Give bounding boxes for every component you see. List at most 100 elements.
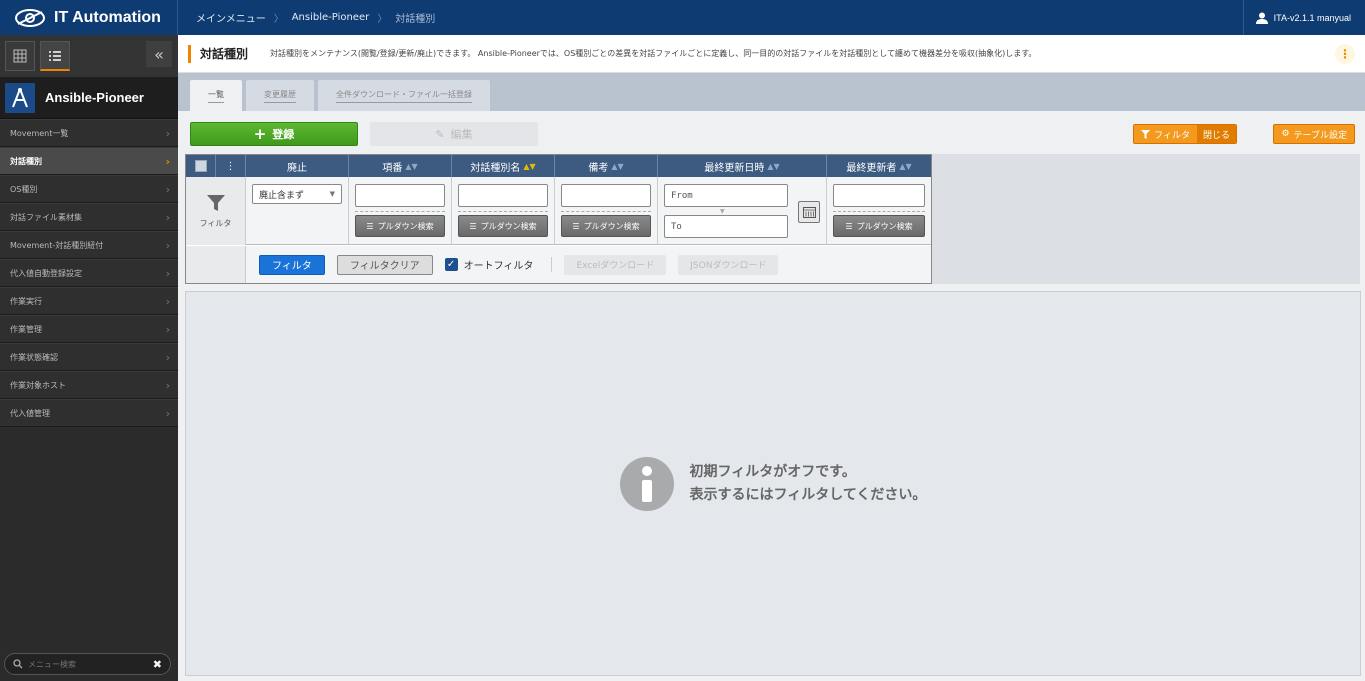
- chevron-right-icon: ›: [165, 182, 170, 196]
- grid-view-button[interactable]: [5, 41, 35, 71]
- kebab-icon: ⋮: [1339, 46, 1351, 61]
- eye-logo-icon: [15, 8, 45, 27]
- register-button[interactable]: + 登録: [190, 122, 358, 146]
- filter-cell-id: ☰ プルダウン検索: [349, 177, 452, 245]
- table-setting-button[interactable]: ⚙ テーブル設定: [1273, 124, 1355, 144]
- remarks-filter-input[interactable]: [561, 184, 651, 207]
- chevron-right-icon: ›: [165, 154, 170, 168]
- last-updater-filter-input[interactable]: [833, 184, 925, 207]
- breadcrumb-ansible-pioneer[interactable]: Ansible-Pioneer: [292, 12, 370, 23]
- sidebar-item-execution[interactable]: 作業実行 ›: [0, 287, 178, 315]
- row-menu-header[interactable]: ⋮: [216, 155, 246, 177]
- list-icon: [49, 50, 61, 61]
- column-header-last-updater[interactable]: 最終更新者 ▲▼: [827, 155, 931, 177]
- sidebar-item-interaction-files[interactable]: 対話ファイル素材集 ›: [0, 203, 178, 231]
- sidebar-item-movement-interaction-link[interactable]: Movement-対話種別紐付 ›: [0, 231, 178, 259]
- divider: [458, 211, 548, 212]
- tab-bulk-download[interactable]: 全件ダウンロード・ファイル一括登録: [318, 80, 490, 111]
- empty-state-line1: 初期フィルタがオフです。: [689, 463, 856, 480]
- sidebar-item-target-hosts[interactable]: 作業対象ホスト ›: [0, 371, 178, 399]
- sidebar-item-substitution-values[interactable]: 代入値管理 ›: [0, 399, 178, 427]
- user-menu[interactable]: ITA-v2.1.1 manyual: [1242, 0, 1365, 35]
- list-icon: ☰: [366, 221, 374, 231]
- sidebar-menu: Movement一覧 › 対話種別 › OS種別 › 対話ファイル素材集 › Movem…: [0, 119, 178, 427]
- filter-toggle-label[interactable]: フィルタ: [1134, 125, 1197, 143]
- column-header-last-updated[interactable]: 最終更新日時 ▲▼: [658, 155, 827, 177]
- remarks-pulldown-search-button[interactable]: ☰ プルダウン検索: [561, 215, 651, 237]
- sort-icon: ▲▼: [767, 161, 780, 171]
- column-header-label: 備考: [588, 162, 609, 174]
- id-filter-input[interactable]: [355, 184, 445, 207]
- column-header-label: 廃止: [287, 162, 307, 174]
- breadcrumb-separator-icon: 〉: [273, 14, 284, 25]
- filter-table: ⋮ 廃止 項番 ▲▼ 対話種別名 ▲▼ 備考 ▲▼ 最終更新日時 ▲▼ 最終更新者 ▲▼ …: [185, 154, 932, 284]
- id-pulldown-search-button[interactable]: ☰ プルダウン検索: [355, 215, 445, 237]
- menu-search-input[interactable]: [28, 659, 148, 669]
- last-updater-pulldown-search-button[interactable]: ☰ プルダウン検索: [833, 215, 925, 237]
- filter-cell-discard: 廃止含まず ▼: [246, 177, 349, 245]
- chevron-right-icon: ›: [165, 294, 170, 308]
- column-header-label: 最終更新者: [846, 162, 897, 174]
- funnel-icon: [206, 194, 225, 211]
- page-title: 対話種別: [200, 47, 249, 61]
- sidebar-item-auto-registration[interactable]: 代入値自動登録設定 ›: [0, 259, 178, 287]
- user-icon: [1255, 12, 1268, 24]
- auto-filter-toggle[interactable]: ✓ オートフィルタ: [444, 257, 553, 272]
- list-icon: ☰: [572, 221, 580, 231]
- select-all-checkbox[interactable]: [194, 160, 207, 172]
- calendar-button[interactable]: [798, 201, 820, 223]
- sidebar-item-movement-list[interactable]: Movement一覧 ›: [0, 119, 178, 147]
- app-logo[interactable]: IT Automation: [0, 0, 178, 35]
- date-from-input[interactable]: From: [664, 184, 788, 207]
- column-header-id[interactable]: 項番 ▲▼: [349, 155, 452, 177]
- json-download-button[interactable]: JSONダウンロード: [678, 254, 779, 275]
- column-header-remarks[interactable]: 備考 ▲▼: [555, 155, 658, 177]
- user-label: ITA-v2.1.1 manyual: [1273, 12, 1351, 23]
- date-to-input[interactable]: To: [664, 215, 788, 238]
- action-toolbar: + 登録 ✎ 編集 フィルタ 閉じる ⚙ テーブル設定: [190, 122, 1355, 146]
- chevron-right-icon: ›: [165, 266, 170, 280]
- sidebar-item-os-type[interactable]: OS種別 ›: [0, 175, 178, 203]
- select-all-header[interactable]: [186, 155, 216, 177]
- discard-filter-select[interactable]: 廃止含まず ▼: [252, 184, 342, 204]
- close-icon[interactable]: ✖: [153, 658, 162, 671]
- kebab-icon: ⋮: [225, 160, 236, 172]
- edit-button[interactable]: ✎ 編集: [370, 122, 538, 146]
- funnel-icon: [1141, 129, 1151, 139]
- filter-area: ⋮ 廃止 項番 ▲▼ 対話種別名 ▲▼ 備考 ▲▼ 最終更新日時 ▲▼ 最終更新者 ▲▼ …: [185, 154, 1360, 284]
- plus-icon: +: [253, 125, 267, 143]
- more-options-button[interactable]: ⋮: [1335, 43, 1355, 64]
- filter-toggle-button[interactable]: フィルタ 閉じる: [1133, 124, 1237, 144]
- excel-download-button[interactable]: Excelダウンロード: [564, 254, 667, 275]
- column-header-interaction-name[interactable]: 対話種別名 ▲▼: [452, 155, 555, 177]
- list-view-button[interactable]: [40, 41, 70, 71]
- interaction-name-filter-input[interactable]: [458, 184, 548, 207]
- column-header-discard[interactable]: 廃止: [246, 155, 349, 177]
- sidebar-item-label: 作業対象ホスト: [10, 380, 66, 390]
- chevron-right-icon: ›: [165, 378, 170, 392]
- tab-history[interactable]: 変更履歴: [246, 80, 314, 111]
- sidebar-item-job-status[interactable]: 作業状態確認 ›: [0, 343, 178, 371]
- apply-filter-button[interactable]: フィルタ: [259, 254, 325, 275]
- filter-cell-remarks: ☰ プルダウン検索: [555, 177, 658, 245]
- pulldown-label: プルダウン検索: [583, 221, 640, 231]
- filter-close-button[interactable]: 閉じる: [1196, 125, 1236, 143]
- filter-toggle-text: フィルタ: [1154, 130, 1190, 141]
- sidebar-item-interaction-type[interactable]: 対話種別 ›: [0, 147, 178, 175]
- divider: [561, 211, 651, 212]
- sidebar-item-label: 代入値自動登録設定: [10, 268, 82, 278]
- result-panel: 初期フィルタがオフです。 表示するにはフィルタしてください。: [185, 291, 1361, 676]
- sidebar-item-job-management[interactable]: 作業管理 ›: [0, 315, 178, 343]
- chevron-right-icon: ›: [165, 406, 170, 420]
- chevron-down-icon: ▼: [329, 190, 335, 198]
- auto-filter-checkbox[interactable]: ✓: [444, 258, 458, 271]
- list-icon: ☰: [845, 221, 853, 231]
- sidebar-collapse-button[interactable]: «: [146, 41, 172, 67]
- grid-icon: [13, 49, 27, 63]
- chevron-right-icon: ›: [165, 210, 170, 224]
- clear-filter-button[interactable]: フィルタクリア: [336, 254, 433, 275]
- interaction-name-pulldown-search-button[interactable]: ☰ プルダウン検索: [458, 215, 548, 237]
- tab-list[interactable]: 一覧: [190, 80, 242, 111]
- column-header-label: 対話種別名: [470, 162, 521, 174]
- breadcrumb-main-menu[interactable]: メインメニュー: [196, 10, 266, 25]
